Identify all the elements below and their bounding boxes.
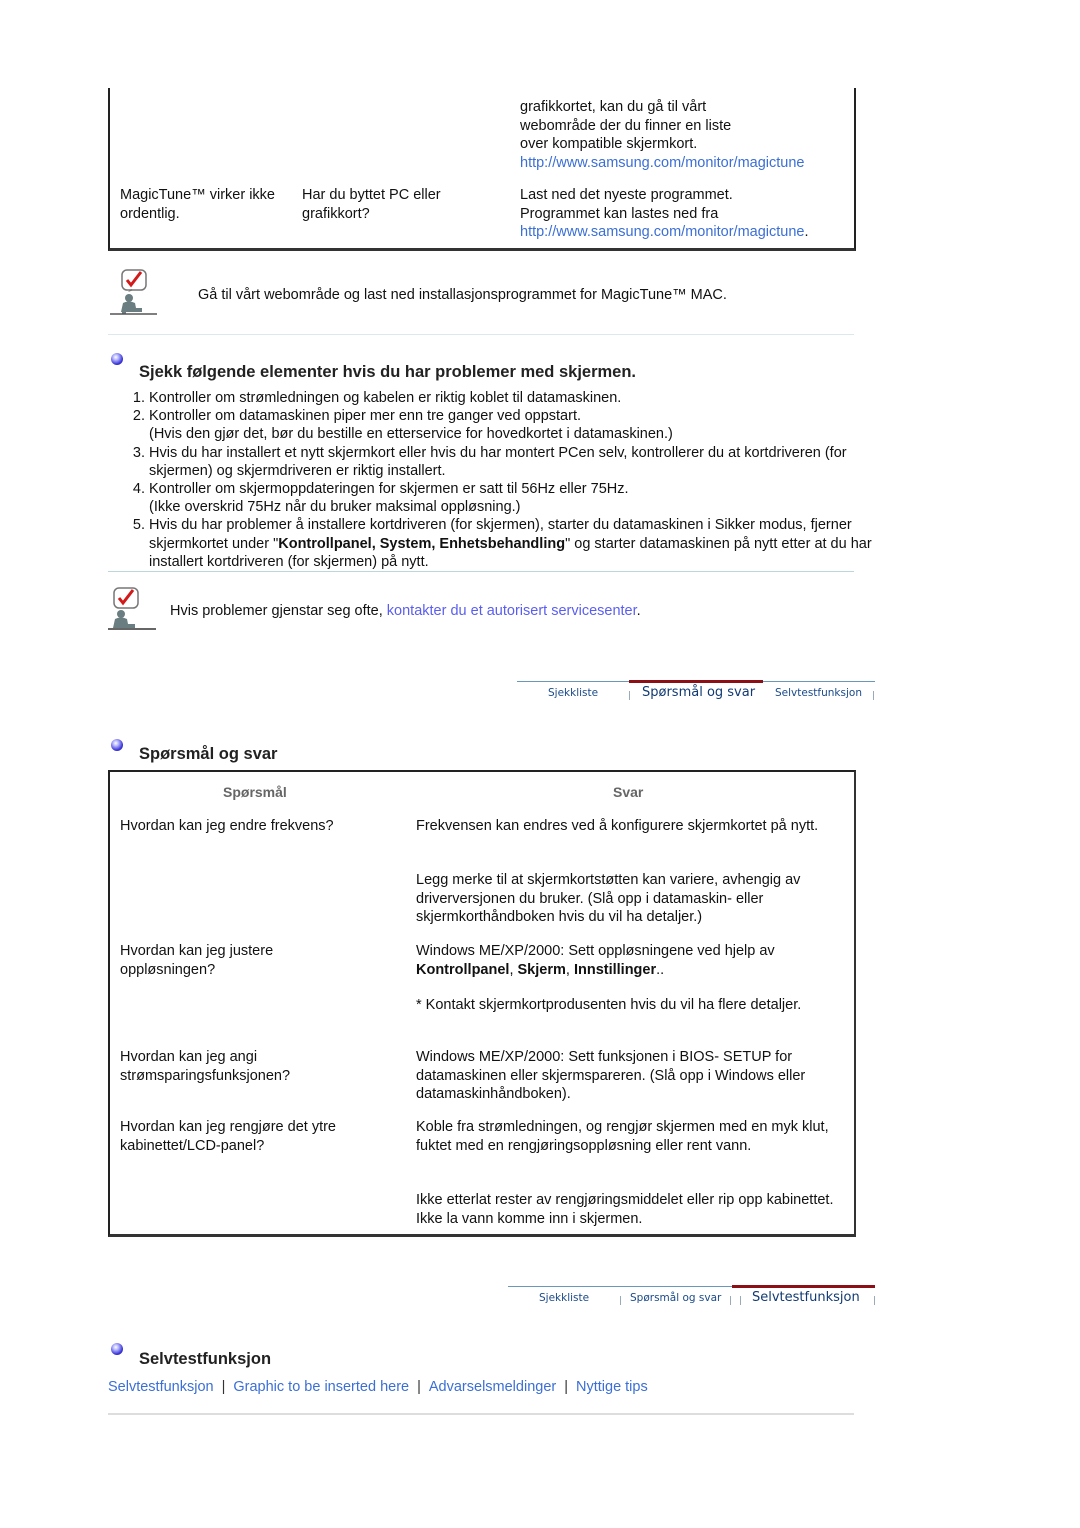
link-separator: | xyxy=(417,1379,421,1395)
magictune-link[interactable]: http://www.samsung.com/monitor/magictune xyxy=(520,155,804,171)
checklist-note-icon xyxy=(108,587,156,630)
check-cell: Har du byttet PC eller grafikkort? xyxy=(302,187,441,222)
tab-sporsmal-og-svar[interactable]: Spørsmål og svar xyxy=(642,685,755,700)
tab-sporsmal-og-svar[interactable]: Spørsmål og svar xyxy=(630,1292,721,1304)
link-selvtestfunksjon[interactable]: Selvtestfunksjon xyxy=(108,1379,214,1395)
note-mac-text: Gå til vårt webområde og last ned instal… xyxy=(198,287,727,303)
checklist-item: Kontroller om strømledningen og kabelen … xyxy=(149,389,889,407)
qa-answer: Windows ME/XP/2000: Sett funksjonen i BI… xyxy=(416,1049,806,1102)
service-center-link[interactable]: kontakter du et autorisert servicesenter xyxy=(387,603,637,619)
tab-selvtestfunksjon[interactable]: Selvtestfunksjon xyxy=(775,687,862,699)
tab-separator xyxy=(730,1296,731,1305)
qa-question: Hvordan kan jeg endre frekvens? xyxy=(120,818,334,834)
active-tab-indicator xyxy=(629,680,763,683)
qa-question: Hvordan kan jeg rengjøre det ytre kabine… xyxy=(120,1119,336,1154)
checklist-item: Hvis du har problemer å installere kortd… xyxy=(149,516,889,571)
answer-line: Last ned det nyeste programmet. xyxy=(520,187,733,203)
qa-answer: * Kontakt skjermkortprodusenten hvis du … xyxy=(416,997,802,1013)
magictune-download-link[interactable]: http://www.samsung.com/monitor/magictune xyxy=(520,224,804,240)
link-suffix: . xyxy=(804,224,809,240)
qa-table: Spørsmål Svar Hvordan kan jeg endre frek… xyxy=(108,770,856,1237)
link-graphic-placeholder[interactable]: Graphic to be inserted here xyxy=(233,1379,409,1395)
note-service: Hvis problemer gjenstar seg ofte, kontak… xyxy=(108,586,858,636)
divider xyxy=(108,571,854,572)
answer-cell: Last ned det nyeste programmet. Programm… xyxy=(520,186,850,242)
section-bullet-icon xyxy=(111,353,123,365)
section-bullet-icon xyxy=(111,739,123,751)
answer-line: webområde der du finner en liste xyxy=(520,117,732,134)
note-mac: Gå til vårt webområde og last ned instal… xyxy=(108,268,858,318)
qa-answer: Windows ME/XP/2000: Sett oppløsningene v… xyxy=(416,943,775,978)
link-separator: | xyxy=(564,1379,568,1395)
qa-title: Spørsmål og svar xyxy=(139,745,278,763)
answer-line: grafikkortet, kan du gå til vårt xyxy=(520,99,707,115)
selftest-link-bar: Selvtestfunksjon | Graphic to be inserted … xyxy=(108,1378,648,1396)
divider xyxy=(108,334,854,335)
checklist: Kontroller om strømledningen og kabelen … xyxy=(108,389,889,571)
column-header-question: Spørsmål xyxy=(223,784,287,800)
qa-answer: Legg merke til at skjermkortstøtten kan … xyxy=(416,872,801,925)
selftest-title: Selvtestfunksjon xyxy=(139,1350,272,1368)
checklist-note-icon xyxy=(110,269,157,315)
answer-line: Programmet kan lastes ned fra xyxy=(520,205,719,222)
link-separator: | xyxy=(221,1379,226,1395)
answer-line: over kompatible skjermkort. xyxy=(520,136,698,152)
tab-sjekkliste[interactable]: Sjekkliste xyxy=(539,1292,589,1304)
tab-separator xyxy=(873,691,874,700)
link-nyttige-tips[interactable]: Nyttige tips xyxy=(576,1379,648,1395)
answer-cell-continued: grafikkortet, kan du gå til vårt webområ… xyxy=(520,98,850,172)
tab-separator xyxy=(874,1296,875,1305)
problem-cell: MagicTune™ virker ikke ordentlig. xyxy=(120,187,275,222)
link-advarselsmeldinger[interactable]: Advarselsmeldinger xyxy=(429,1379,556,1395)
checklist-item: Hvis du har installert et nytt skjermkor… xyxy=(149,444,889,480)
tab-separator xyxy=(629,691,630,700)
tab-separator xyxy=(620,1296,621,1305)
tab-separator xyxy=(740,1296,741,1305)
magictune-troubleshoot-table: grafikkortet, kan du gå til vårt webområ… xyxy=(108,88,856,251)
sub-navigation: Sjekkliste Spørsmål og svar Selvtestfunk… xyxy=(508,1285,875,1316)
qa-answer: Frekvensen kan endres ved å konfigurere … xyxy=(416,818,819,834)
column-header-answer: Svar xyxy=(613,784,644,800)
checklist-title: Sjekk følgende elementer hvis du har pro… xyxy=(139,363,637,381)
checklist-item: Kontroller om skjermoppdateringen for sk… xyxy=(149,480,889,516)
qa-answer: Ikke etterlat rester av rengjøringsmidde… xyxy=(416,1192,834,1227)
qa-question: Hvordan kan jeg angi strømsparingsfunksj… xyxy=(120,1049,291,1084)
qa-answer: Koble fra strømledningen, og rengjør skj… xyxy=(416,1119,829,1154)
section-bullet-icon xyxy=(111,1343,123,1355)
checklist-item: Kontroller om datamaskinen piper mer enn… xyxy=(149,407,889,443)
active-tab-indicator xyxy=(732,1285,875,1288)
qa-question: Hvordan kan jeg justere oppløsningen? xyxy=(120,943,274,978)
divider xyxy=(108,1413,854,1415)
tab-selvtestfunksjon[interactable]: Selvtestfunksjon xyxy=(752,1290,860,1305)
sub-navigation: Sjekkliste Spørsmål og svar Selvtestfunk… xyxy=(517,680,875,711)
note-service-text: Hvis problemer gjenstar seg ofte, kontak… xyxy=(170,603,641,619)
tab-sjekkliste[interactable]: Sjekkliste xyxy=(548,687,598,699)
